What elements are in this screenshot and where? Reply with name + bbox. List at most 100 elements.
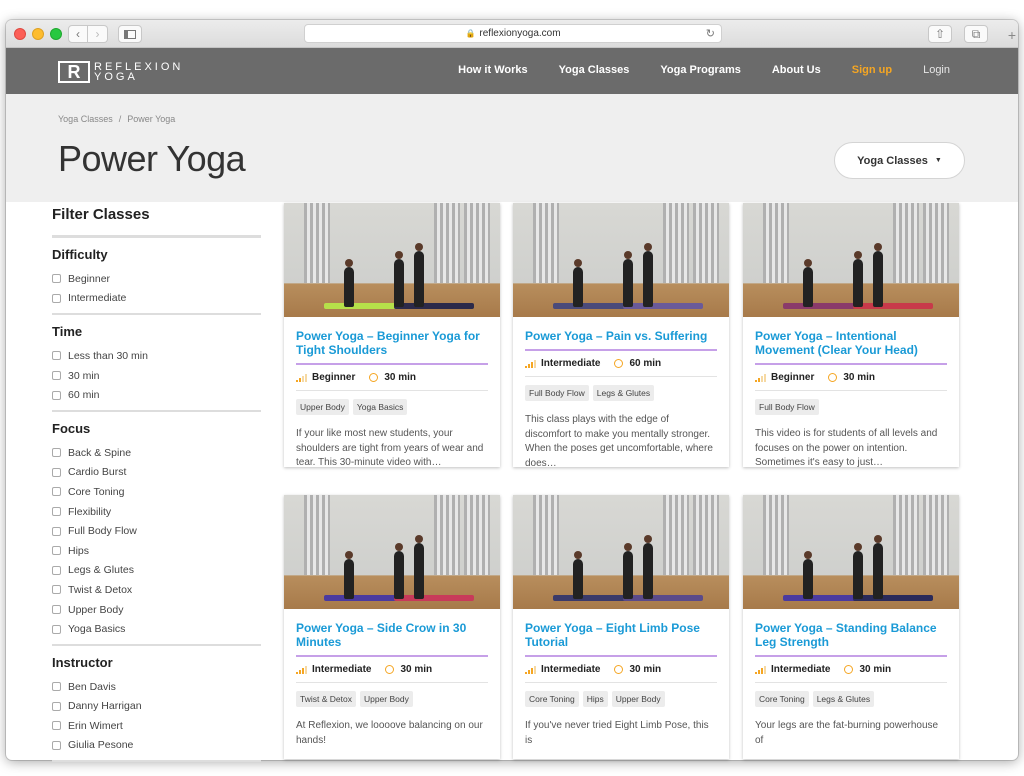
filter-option[interactable]: 30 min [52, 366, 261, 386]
filter-checkbox[interactable] [52, 565, 61, 575]
filter-option[interactable]: Less than 30 min [52, 346, 261, 366]
reload-icon[interactable]: ↻ [706, 27, 715, 40]
filter-option[interactable]: Hips [52, 541, 261, 561]
focus-tag[interactable]: Legs & Glutes [812, 691, 875, 707]
nav-about-us[interactable]: About Us [772, 64, 821, 76]
nav-login[interactable]: Login [923, 64, 950, 76]
page-title: Power Yoga [58, 138, 246, 179]
nav-how-it-works[interactable]: How it Works [458, 64, 527, 76]
focus-tag[interactable]: Yoga Basics [352, 399, 408, 415]
thumbnail-window [923, 495, 949, 575]
focus-tag[interactable]: Hips [582, 691, 608, 707]
filter-checkbox[interactable] [52, 546, 61, 556]
class-card[interactable]: Power Yoga – Beginner Yoga for Tight Sho… [284, 203, 500, 468]
difficulty-bar [758, 669, 760, 674]
address-bar[interactable]: 🔒 reflexionyoga.com ↻ [304, 24, 722, 43]
class-card[interactable]: Power Yoga – Pain vs. Suffering Intermedi… [513, 203, 729, 469]
difficulty-label: Intermediate [541, 664, 601, 675]
filter-option[interactable]: Ben Davis [52, 677, 261, 697]
filter-option[interactable]: Legs & Glutes [52, 561, 261, 581]
filter-option[interactable]: Beginner [52, 269, 261, 289]
thumbnail-window [304, 495, 330, 575]
class-thumbnail[interactable] [743, 495, 959, 609]
tab-overview-button[interactable]: ⧉ [964, 25, 988, 43]
back-button[interactable]: ‹ [68, 25, 88, 43]
filter-option[interactable]: Yoga Basics [52, 619, 261, 639]
filter-checkbox[interactable] [52, 721, 61, 731]
nav-yoga-classes[interactable]: Yoga Classes [559, 64, 630, 76]
class-card[interactable]: Power Yoga – Intentional Movement (Clear… [743, 203, 959, 468]
sidebar-toggle-button[interactable] [118, 25, 142, 43]
close-window-button[interactable] [14, 28, 26, 40]
focus-tag[interactable]: Full Body Flow [755, 399, 819, 415]
filter-option[interactable]: Upper Body [52, 600, 261, 620]
breadcrumb-yoga-classes[interactable]: Yoga Classes [58, 114, 113, 124]
filter-checkbox[interactable] [52, 624, 61, 634]
thumbnail-head [415, 535, 423, 543]
filter-option[interactable]: Cardio Burst [52, 463, 261, 483]
zoom-window-button[interactable] [50, 28, 62, 40]
filter-checkbox[interactable] [52, 526, 61, 536]
filter-option[interactable]: Giulia Pesone [52, 736, 261, 756]
class-meta: Beginner 30 min [755, 365, 947, 391]
filter-option[interactable]: Full Body Flow [52, 521, 261, 541]
filter-option[interactable]: Danny Harrigan [52, 697, 261, 717]
nav-sign-up[interactable]: Sign up [852, 64, 892, 76]
difficulty-label: Intermediate [312, 664, 372, 675]
filter-checkbox[interactable] [52, 585, 61, 595]
class-title-link[interactable]: Power Yoga – Pain vs. Suffering [525, 329, 717, 351]
class-thumbnail[interactable] [513, 203, 729, 317]
filter-checkbox[interactable] [52, 351, 61, 361]
class-card[interactable]: Power Yoga – Eight Limb Pose Tutorial Int… [513, 495, 729, 759]
filter-option[interactable]: Erin Wimert [52, 716, 261, 736]
filter-option-label: Yoga Basics [68, 623, 126, 636]
share-button[interactable]: ⇧ [928, 25, 952, 43]
category-dropdown[interactable]: Yoga Classes ▼ [834, 142, 965, 179]
focus-tag[interactable]: Full Body Flow [525, 385, 589, 401]
focus-tag[interactable]: Upper Body [611, 691, 665, 707]
site-logo[interactable]: R REFLEXION YOGA [58, 61, 183, 83]
focus-tag[interactable]: Twist & Detox [296, 691, 356, 707]
filter-checkbox[interactable] [52, 605, 61, 615]
focus-tag[interactable]: Legs & Glutes [592, 385, 655, 401]
thumbnail-figure [853, 551, 863, 599]
class-thumbnail[interactable] [513, 495, 729, 609]
filter-checkbox[interactable] [52, 507, 61, 517]
filter-option[interactable]: Back & Spine [52, 443, 261, 463]
filter-checkbox[interactable] [52, 487, 61, 497]
minimize-window-button[interactable] [32, 28, 44, 40]
filter-option[interactable]: Intermediate [52, 289, 261, 309]
class-card[interactable]: Power Yoga – Standing Balance Leg Streng… [743, 495, 959, 759]
filter-checkbox[interactable] [52, 293, 61, 303]
focus-tag[interactable]: Upper Body [296, 399, 349, 415]
class-thumbnail[interactable] [284, 203, 500, 317]
class-title-link[interactable]: Power Yoga – Standing Balance Leg Streng… [755, 621, 947, 657]
filter-option[interactable]: 60 min [52, 385, 261, 405]
filter-checkbox[interactable] [52, 448, 61, 458]
new-tab-icon[interactable]: + [1008, 27, 1016, 43]
history-buttons: ‹ › [68, 25, 108, 43]
filter-checkbox[interactable] [52, 274, 61, 284]
focus-tag[interactable]: Upper Body [359, 691, 413, 707]
nav-yoga-programs[interactable]: Yoga Programs [660, 64, 741, 76]
focus-tag[interactable]: Core Toning [525, 691, 579, 707]
filter-checkbox[interactable] [52, 740, 61, 750]
forward-button[interactable]: › [88, 25, 108, 43]
difficulty-bar [299, 669, 301, 674]
class-thumbnail[interactable] [743, 203, 959, 317]
filter-option[interactable]: Core Toning [52, 482, 261, 502]
filter-checkbox[interactable] [52, 467, 61, 477]
class-title-link[interactable]: Power Yoga – Side Crow in 30 Minutes [296, 621, 488, 657]
filter-checkbox[interactable] [52, 390, 61, 400]
focus-tag[interactable]: Core Toning [755, 691, 809, 707]
class-title-link[interactable]: Power Yoga – Eight Limb Pose Tutorial [525, 621, 717, 657]
class-title-link[interactable]: Power Yoga – Beginner Yoga for Tight Sho… [296, 329, 488, 365]
class-title-link[interactable]: Power Yoga – Intentional Movement (Clear… [755, 329, 947, 365]
filter-option[interactable]: Twist & Detox [52, 580, 261, 600]
filter-option[interactable]: Flexibility [52, 502, 261, 522]
class-card[interactable]: Power Yoga – Side Crow in 30 Minutes Inte… [284, 495, 500, 759]
class-thumbnail[interactable] [284, 495, 500, 609]
filter-checkbox[interactable] [52, 371, 61, 381]
filter-checkbox[interactable] [52, 701, 61, 711]
filter-checkbox[interactable] [52, 682, 61, 692]
